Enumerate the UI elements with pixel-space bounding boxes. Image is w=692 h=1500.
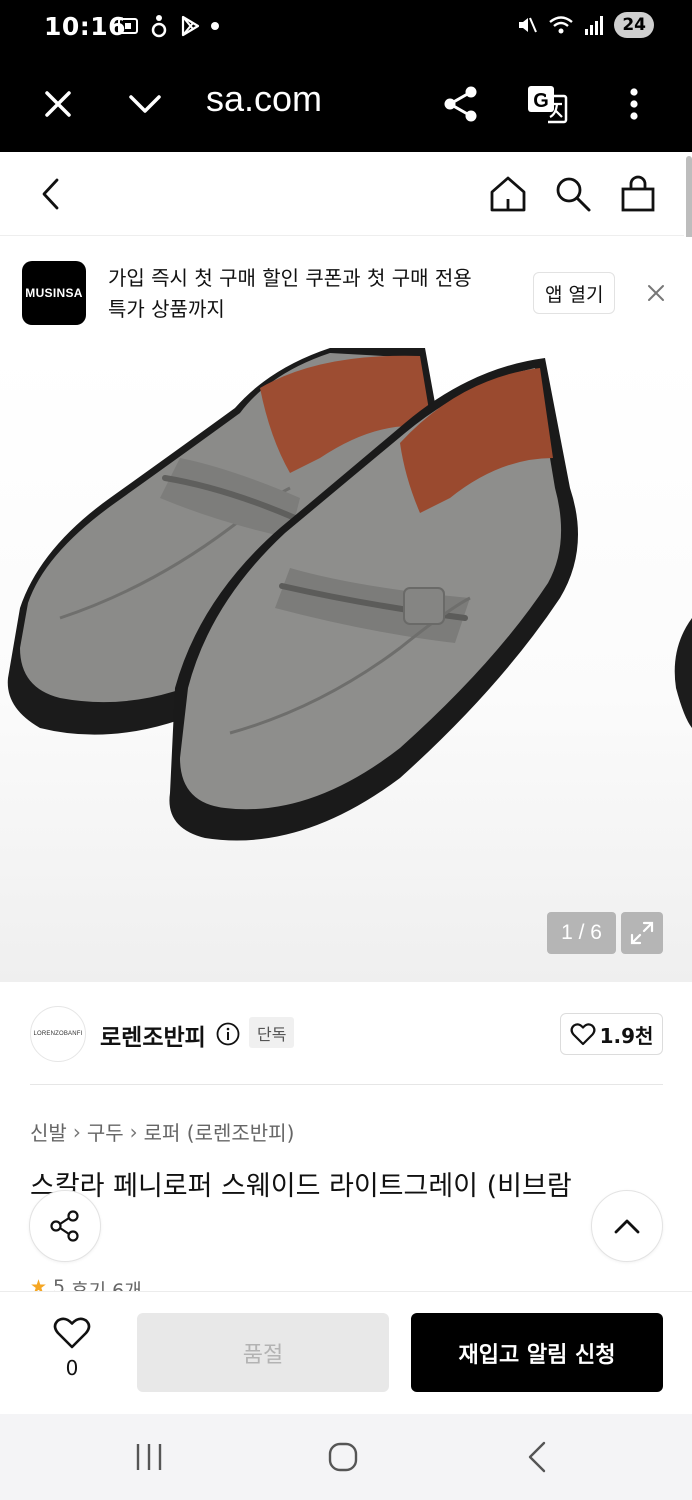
share-icon [50,1210,79,1242]
chevron-right-icon: › [129,1119,138,1144]
wifi-icon [549,16,574,34]
rating-value: 5 [53,1276,66,1292]
heart-icon [570,1023,596,1046]
url-display[interactable]: sa.com [206,78,322,120]
collapse-button[interactable] [117,76,173,132]
purchase-action-bar: 0 품절 재입고 알림 신청 [0,1291,692,1414]
brand-logo[interactable]: LORENZOBANFI [30,1006,86,1062]
cart-button[interactable] [610,166,666,222]
close-icon [45,91,71,117]
more-options-button[interactable] [606,76,662,132]
signal-icon [585,16,604,35]
back-icon [528,1441,546,1473]
recent-apps-icon [136,1444,162,1470]
mute-icon [519,17,538,33]
breadcrumb-item[interactable]: 신발 [30,1117,67,1146]
expand-image-button[interactable] [621,912,663,954]
banner-line-1: 가입 즉시 첫 구매 할인 쿠폰과 첫 구매 전용 [108,266,472,290]
gallery-page-counter: 1 / 6 [547,912,616,954]
search-icon [556,177,591,212]
loafer-partial [674,618,692,728]
status-left-icons [116,14,220,38]
product-title: 스칼라 페니로퍼 스웨이드 라이트그레이 (비브람 [30,1171,572,1202]
app-install-banner: MUSINSA 가입 즉시 첫 구매 할인 쿠폰과 첫 구매 전용 특가 상품까… [0,237,692,348]
chevron-down-icon [129,95,161,113]
product-photo [7,348,692,841]
share-icon [444,86,477,122]
close-tab-button[interactable] [30,76,86,132]
back-button[interactable] [22,166,78,222]
translate-button[interactable]: G [519,76,575,132]
wishlist-count: 0 [65,1356,79,1380]
star-icon: ★ [30,1276,48,1292]
chevron-right-icon: › [72,1119,81,1144]
close-icon [648,285,664,301]
musinsa-app-logo: MUSINSA [22,261,86,325]
search-button[interactable] [545,166,601,222]
scroll-to-top-button[interactable] [591,1190,663,1262]
breadcrumb: 신발 › 구두 › 로퍼 (로렌조반피) [30,1117,294,1146]
status-time: 10:16 [44,12,127,41]
restock-alert-button[interactable]: 재입고 알림 신청 [411,1313,663,1392]
home-circle-icon [328,1442,358,1472]
browser-toolbar: sa.com G [0,56,692,152]
status-right-icons: 24 [516,12,654,38]
product-image-gallery[interactable]: 1 / 6 [0,348,692,982]
notification-dot-icon [211,22,219,30]
share-product-button[interactable] [29,1190,101,1262]
expand-icon [630,921,654,945]
translate-icon: G [528,86,568,124]
system-navigation-bar [0,1414,692,1500]
accessibility-icon [151,15,167,38]
status-bar: 10:16 24 [0,0,692,56]
play-store-icon [181,15,200,37]
sold-out-button: 품절 [137,1313,389,1392]
brand-like-button[interactable]: 1.9천 [560,1013,663,1055]
home-nav-button[interactable] [313,1434,373,1480]
share-page-button[interactable] [433,76,489,132]
chevron-up-icon [614,1219,640,1234]
banner-message: 가입 즉시 첫 구매 할인 쿠폰과 첫 구매 전용 특가 상품까지 [108,263,518,325]
banner-line-2: 특가 상품까지 [108,297,225,321]
wishlist-button[interactable]: 0 [36,1316,108,1380]
exclusive-badge: 단독 [249,1017,295,1048]
shopping-bag-icon [621,175,655,212]
chevron-left-icon [42,178,59,210]
rating-row[interactable]: ★ 5 후기 6개 [30,1276,142,1292]
breadcrumb-item[interactable]: 로퍼 (로렌조반피) [144,1117,295,1146]
brand-like-count: 1.9천 [599,1023,654,1048]
heart-icon [53,1317,91,1349]
banner-close-button[interactable] [640,277,672,309]
review-count: 후기 6개 [71,1280,142,1292]
open-app-button[interactable]: 앱 열기 [533,272,616,314]
back-nav-button[interactable] [507,1434,567,1480]
screenshot-icon [118,18,138,34]
brand-name[interactable]: 로렌조반피 [100,1018,206,1052]
recent-apps-button[interactable] [119,1434,179,1480]
svg-text:G: G [533,90,549,112]
breadcrumb-item[interactable]: 구두 [87,1117,124,1146]
more-vertical-icon [630,88,638,120]
info-icon[interactable] [216,1022,240,1046]
divider [30,1084,663,1085]
battery-indicator: 24 [614,12,654,38]
site-header [0,152,684,236]
home-button[interactable] [480,166,536,222]
home-icon [490,176,526,212]
brand-row: LORENZOBANFI 로렌조반피 단독 1.9천 [0,982,692,1086]
